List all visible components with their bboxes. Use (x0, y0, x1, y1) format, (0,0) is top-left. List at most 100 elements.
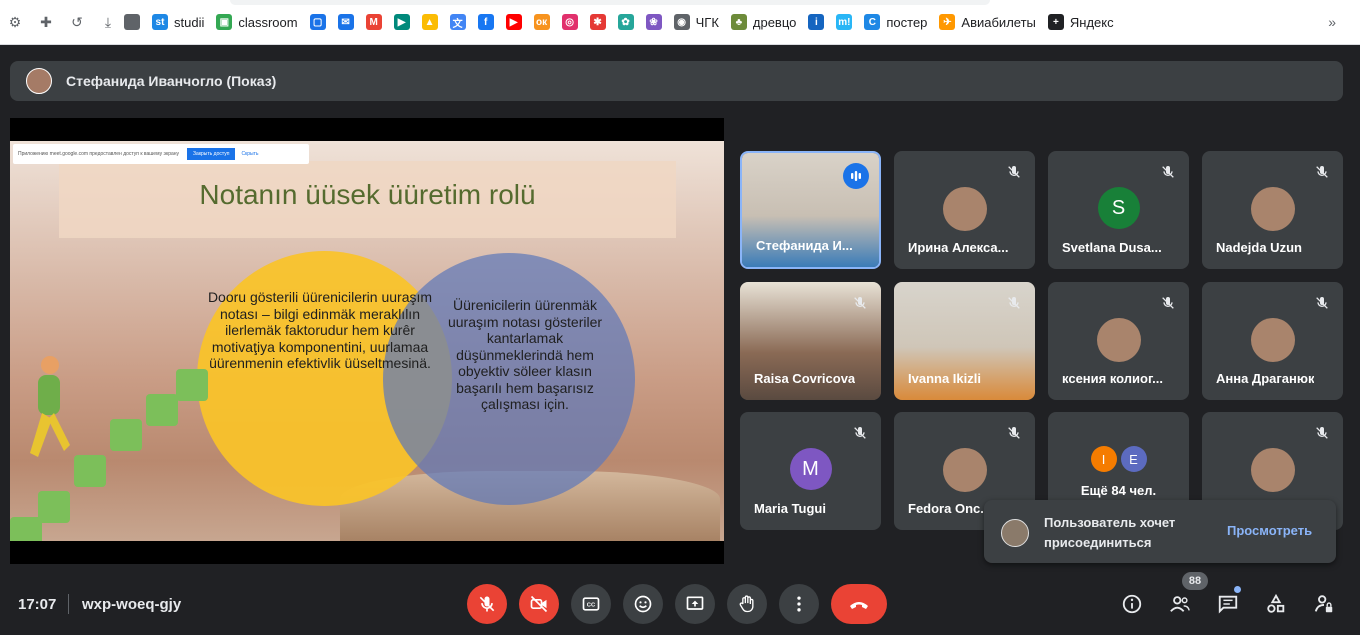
people-button[interactable] (1168, 592, 1192, 616)
bookmark-item[interactable]: + Яндекс (1047, 14, 1114, 30)
odnoklassniki-icon: ок (533, 14, 550, 30)
host-controls-button[interactable] (1312, 592, 1336, 616)
shared-screen[interactable]: Notanın üüsek üüretim rolü Dooru gösteri… (10, 118, 724, 564)
bookmark-item[interactable]: i (808, 14, 825, 30)
bookmark-item[interactable]: ✈ Авиабилеты (939, 14, 1036, 30)
bookmark-item[interactable]: Cпостер (864, 14, 927, 30)
classroom-icon: ▣ (216, 14, 233, 30)
view-request-button[interactable]: Просмотреть (1227, 523, 1312, 538)
stair-step (176, 369, 208, 401)
meeting-details-button[interactable] (1120, 592, 1144, 616)
stair-step (38, 491, 70, 523)
participant-tile[interactable]: S Svetlana Dusa... (1048, 151, 1189, 269)
more-options-button[interactable] (779, 584, 819, 624)
present-icon (686, 596, 704, 610)
bookmark-item[interactable]: ▢ (309, 14, 326, 30)
download-icon[interactable]: ⤓ (101, 14, 115, 30)
captions-button[interactable]: CC (571, 584, 611, 624)
globe-icon: ◉ (673, 14, 690, 30)
mic-muted-icon (1003, 292, 1025, 314)
stop-sharing-button[interactable]: Закрыть доступ (187, 148, 236, 160)
bookmark-item[interactable]: ◎ (561, 14, 578, 30)
bookmark-item[interactable]: ▲ (421, 14, 438, 30)
star-app-icon: ✱ (589, 14, 606, 30)
chat-button[interactable] (1216, 592, 1240, 616)
chat-icon (1218, 595, 1238, 614)
bookmark-item[interactable]: ок (533, 14, 550, 30)
participant-name: Svetlana Dusa... (1062, 240, 1162, 255)
bookmark-item[interactable]: ❀ (645, 14, 662, 30)
participant-tile[interactable]: Стефанида И... (740, 151, 881, 269)
participant-tile[interactable]: Raisa Covricova (740, 282, 881, 400)
participant-name: Ivanna Ikizli (908, 371, 981, 386)
participant-tile[interactable]: Nadejda Uzun (1202, 151, 1343, 269)
bookmark-label: древцо (752, 14, 797, 30)
camera-off-icon (530, 595, 548, 613)
participant-tile[interactable]: Ирина Алекса... (894, 151, 1035, 269)
mic-muted-icon (1311, 292, 1333, 314)
more-participants-avatar: I (1090, 446, 1117, 472)
aviatickets-icon: ✈ (939, 14, 956, 30)
venn-right-text: Üürenicilerin üürenmäk uuraşım notası gö… (447, 297, 603, 412)
reactions-button[interactable] (623, 584, 663, 624)
participant-name: Fedora Onc... (908, 501, 992, 516)
participant-name: Maria Tugui (754, 501, 826, 516)
presenter-bar[interactable]: Стефанида Иванчогло (Показ) (10, 61, 1343, 101)
bookmark-item[interactable]: st studii (152, 14, 204, 30)
outlook-icon: ✉ (337, 14, 354, 30)
participant-tile[interactable]: Анна Драганюк (1202, 282, 1343, 400)
bookmark-item[interactable]: ✿ (617, 14, 634, 30)
bookmark-label: ЧГК (695, 14, 719, 30)
extensions-icon[interactable]: ✚ (39, 14, 53, 30)
bookmark-item[interactable]: ♣ древцо (730, 14, 797, 30)
bookmarks-more-button[interactable]: » (1328, 14, 1336, 30)
present-screen-button[interactable] (675, 584, 715, 624)
address-bar-edge (230, 0, 990, 5)
bookmark-label: studii (174, 14, 205, 30)
mic-muted-icon (1003, 161, 1025, 183)
participant-initial-avatar: M (789, 448, 832, 490)
chat-notification-dot (1234, 586, 1241, 593)
presenter-name: Стефанида Иванчогло (Показ) (66, 73, 277, 89)
drive-icon: ▲ (421, 14, 438, 30)
participant-name: Стефанида И... (756, 238, 853, 253)
screen-share-notice: Приложению meet.google.com предоставлен … (13, 144, 309, 164)
hide-notice-button[interactable]: Скрыть (241, 151, 258, 157)
leave-call-button[interactable] (831, 584, 887, 624)
participant-tile[interactable]: Ivanna Ikizli (894, 282, 1035, 400)
participant-tile[interactable]: ксения колиог... (1048, 282, 1189, 400)
slack-puzzle-icon (124, 14, 140, 30)
bookmark-item[interactable]: ✉ (337, 14, 354, 30)
lotus-icon: ❀ (645, 14, 662, 30)
participant-avatar (942, 448, 987, 492)
bookmark-label: classroom (238, 14, 298, 30)
bookmark-item[interactable]: ✱ (589, 14, 606, 30)
participant-tile[interactable]: M Maria Tugui (740, 412, 881, 530)
meeting-code[interactable]: wxp-woeq-gjy (82, 596, 181, 613)
bookmark-label: Авиабилеты (961, 14, 1036, 30)
bookmark-item[interactable]: ▣ classroom (216, 14, 298, 30)
share-note-text: Приложению meet.google.com предоставлен … (18, 151, 180, 157)
bookmark-item[interactable] (124, 14, 140, 30)
stair-step (10, 517, 42, 541)
venn-left-text: Dooru gösterili üürenicilerin uuraşım no… (207, 289, 433, 371)
bookmark-item[interactable]: ▶ (505, 14, 522, 30)
gear-icon[interactable]: ⚙ (8, 14, 22, 30)
bookmark-item[interactable]: M (365, 14, 382, 30)
join-request-notification[interactable]: Пользователь хочет присоединиться Просмо… (984, 500, 1336, 563)
raise-hand-button[interactable] (727, 584, 767, 624)
microphone-off-button[interactable] (467, 584, 507, 624)
bookmark-item[interactable]: ▶ (393, 14, 410, 30)
bookmark-item[interactable]: f (477, 14, 494, 30)
history-icon[interactable]: ↺ (70, 14, 84, 30)
hang-up-icon (850, 602, 868, 609)
bookmark-item[interactable]: 文 (449, 14, 466, 30)
bookmark-item[interactable]: ◉ ЧГК (673, 14, 719, 30)
translate-icon: 文 (449, 14, 466, 30)
camera-off-button[interactable] (519, 584, 559, 624)
stair-step (110, 419, 142, 451)
activities-button[interactable] (1264, 592, 1288, 616)
bookmark-item[interactable]: m! (836, 14, 853, 30)
participant-name: Raisa Covricova (754, 371, 856, 386)
info-icon (1122, 594, 1142, 614)
